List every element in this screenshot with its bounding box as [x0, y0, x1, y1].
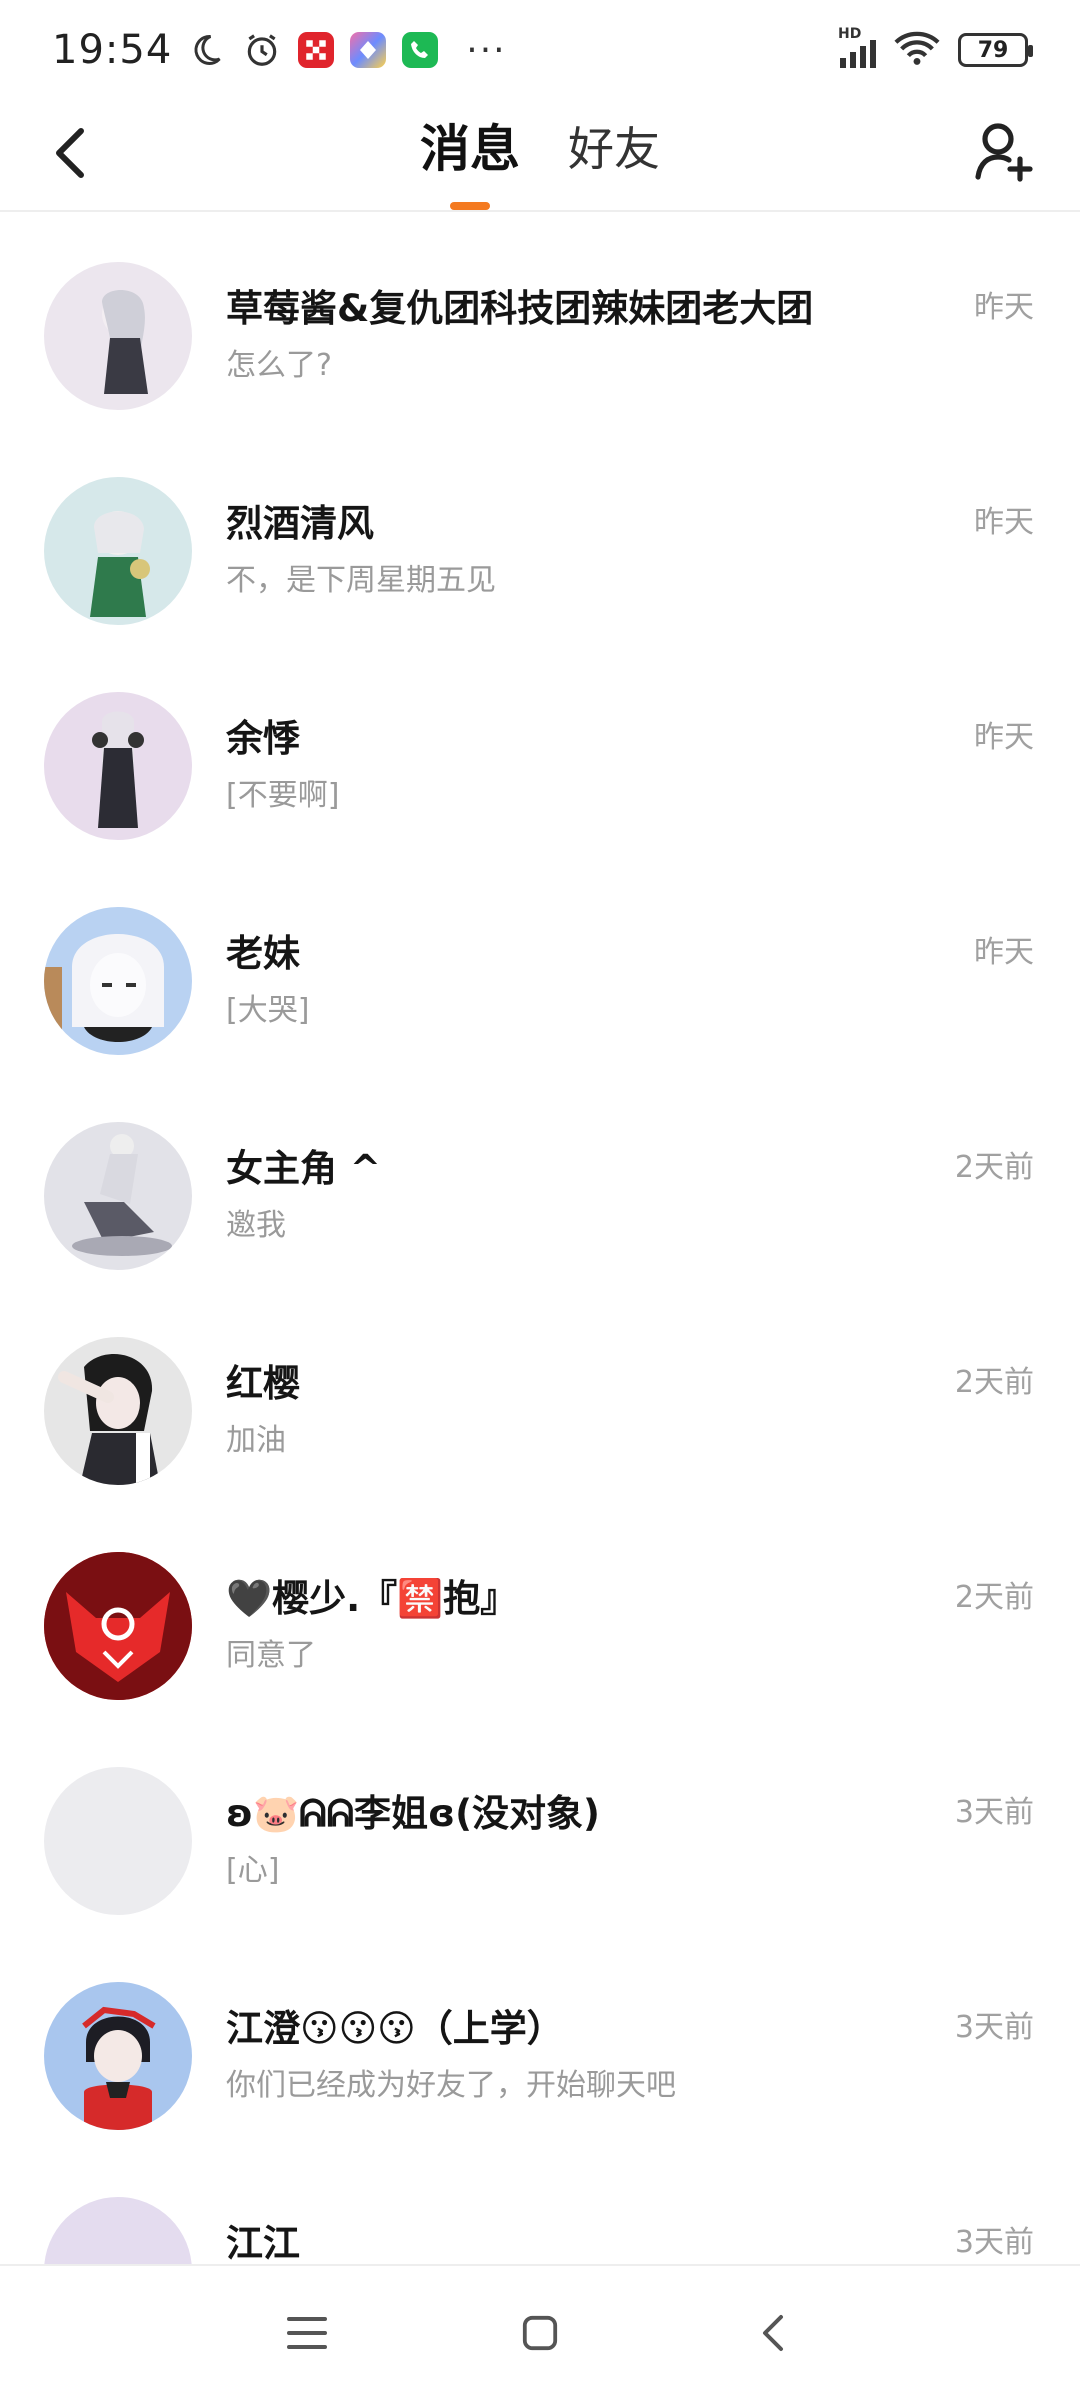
avatar[interactable] [44, 1337, 192, 1485]
conversation-name: 江江 [226, 2222, 300, 2265]
conversation-time: 昨天 [974, 290, 1034, 325]
conversation-name: 🖤樱少.『🈲抱』 [226, 1577, 518, 1620]
conversation-row[interactable]: ʚ🐷ᕱᕱ李姐ɞ(没对象) [心] 3天前 [0, 1719, 1080, 1934]
conversation-preview: [心] [226, 1853, 280, 1888]
conversation-row[interactable]: 余悸 [不要啊] 昨天 [0, 644, 1080, 859]
wifi-icon [894, 30, 940, 70]
avatar[interactable] [44, 907, 192, 1055]
conversation-name: 草莓酱&复仇团科技团辣妹团老大团 [226, 287, 814, 330]
avatar[interactable] [44, 477, 192, 625]
alarm-icon [242, 30, 282, 70]
menu-icon [286, 2317, 327, 2349]
conversation-time: 3天前 [954, 2225, 1034, 2260]
home-icon [522, 2315, 558, 2351]
active-tab-indicator [450, 202, 490, 210]
home-button[interactable] [500, 2293, 580, 2373]
status-left-icons: ··· [186, 30, 506, 71]
conversation-name: 江澄😗😗😗（上学） [226, 2007, 564, 2050]
messages-screen: 19:54 ··· HD 79 消息 好友 草莓酱&复仇团科技团辣妹团老大团 怎… [0, 0, 1080, 2400]
tab-messages[interactable]: 消息 [420, 114, 520, 210]
conversation-time: 昨天 [974, 505, 1034, 540]
conversation-time: 昨天 [974, 720, 1034, 755]
status-time: 19:54 [52, 27, 173, 73]
conversation-preview: 你们已经成为好友了，开始聊天吧 [226, 2068, 676, 2103]
conversation-row[interactable]: 老妹 [大哭] 昨天 [0, 859, 1080, 1074]
avatar[interactable] [44, 1552, 192, 1700]
conversation-row[interactable]: 江澄😗😗😗（上学） 你们已经成为好友了，开始聊天吧 3天前 [0, 1934, 1080, 2149]
top-bar: 消息 好友 [0, 100, 1080, 212]
conversation-row[interactable]: 草莓酱&复仇团科技团辣妹团老大团怎么了? 昨天 [0, 214, 1080, 429]
back-icon [763, 2315, 784, 2351]
nav-back-button[interactable] [733, 2293, 813, 2373]
avatar[interactable] [44, 1122, 192, 1270]
conversation-preview: 邀我 [226, 1208, 286, 1243]
conversation-time: 昨天 [974, 935, 1034, 970]
conversation-time: 3天前 [954, 2010, 1034, 2045]
conversation-time: 3天前 [954, 1795, 1034, 1830]
avatar[interactable] [44, 692, 192, 840]
conversation-preview: [不要啊] [226, 778, 340, 813]
conversation-preview: 同意了 [226, 1638, 316, 1673]
conversation-name: 烈酒清风 [226, 502, 374, 545]
system-nav-bar [0, 2264, 1080, 2400]
tab-friends[interactable]: 好友 [568, 114, 660, 194]
conversation-preview: 不，是下周星期五见 [226, 563, 496, 598]
conversation-name: 红樱 [226, 1362, 300, 1405]
add-user-icon [975, 123, 1033, 182]
status-bar: 19:54 ··· HD 79 [0, 0, 1080, 100]
app-notification-icon [350, 32, 387, 68]
avatar[interactable] [44, 1982, 192, 2130]
tab-messages-label: 消息 [420, 120, 520, 178]
conversation-name: 老妹 [226, 932, 300, 975]
conversation-time: 2天前 [954, 1365, 1034, 1400]
app-notification-icon [298, 32, 335, 68]
more-notifications-icon: ··· [466, 29, 507, 71]
avatar[interactable] [44, 1767, 192, 1915]
tab-friends-label: 好友 [568, 122, 660, 176]
tab-bar: 消息 好友 [0, 114, 1080, 210]
conversation-time: 2天前 [954, 1580, 1034, 1615]
phone-app-icon [402, 32, 439, 68]
conversation-preview: 加油 [226, 1423, 286, 1458]
conversation-time: 2天前 [954, 1150, 1034, 1185]
conversation-name: ʚ🐷ᕱᕱ李姐ɞ(没对象) [226, 1792, 600, 1835]
conversation-name: 女主角 ^ [226, 1147, 381, 1190]
conversation-name: 余悸 [226, 717, 300, 760]
menu-button[interactable] [267, 2293, 347, 2373]
battery-level: 79 [977, 37, 1009, 63]
signal-icon: HD [838, 26, 876, 68]
hd-label: HD [838, 26, 862, 42]
conversation-row[interactable]: 🖤樱少.『🈲抱』同意了 2天前 [0, 1504, 1080, 1719]
conversation-row[interactable]: 红樱加油 2天前 [0, 1289, 1080, 1504]
avatar[interactable] [44, 262, 192, 410]
conversation-row[interactable]: 女主角 ^ 邀我 2天前 [0, 1074, 1080, 1289]
add-friend-button[interactable] [964, 112, 1044, 192]
battery-icon: 79 [958, 33, 1033, 67]
conversation-row[interactable]: 烈酒清风不，是下周星期五见 昨天 [0, 429, 1080, 644]
conversation-preview: [大哭] [226, 993, 310, 1028]
moon-icon [186, 30, 226, 70]
status-right: HD 79 [838, 26, 1033, 70]
conversation-list: 草莓酱&复仇团科技团辣妹团老大团 怎么了? 昨天 烈酒清风 不，是下周星期五见 昨天 余悸[… [0, 214, 1080, 2364]
conversation-preview: 怎么了? [226, 348, 332, 383]
